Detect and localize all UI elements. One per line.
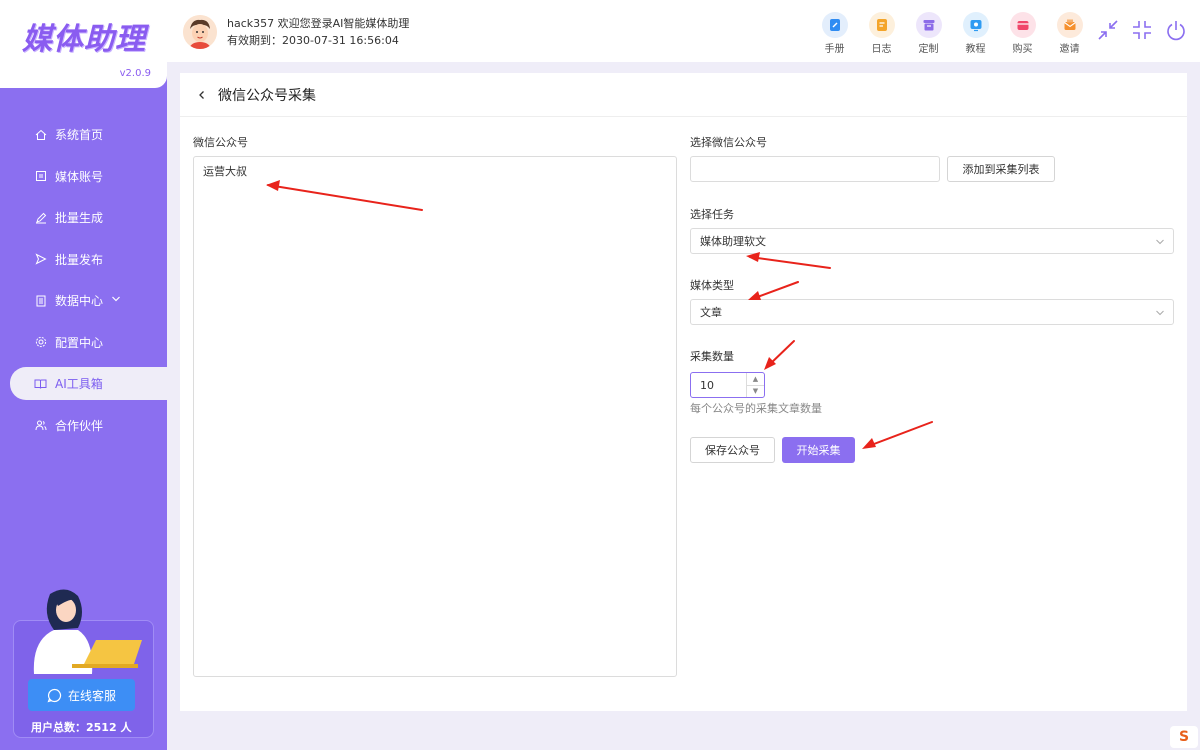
top-header: hack357 欢迎您登录AI智能媒体助理 有效期到：2030-07-31 16… xyxy=(167,0,1200,62)
tool-label: 手册 xyxy=(824,44,845,55)
sidebar-item-data-center[interactable]: 数据中心 xyxy=(0,284,167,317)
media-type-label: 媒体类型 xyxy=(690,279,734,292)
sidebar-item-label: 批量发布 xyxy=(55,252,104,267)
chevron-down-icon xyxy=(111,294,121,307)
sidebar-item-label: AI工具箱 xyxy=(55,377,103,391)
tool-label: 定制 xyxy=(918,44,939,55)
settings-icon xyxy=(34,336,47,349)
main-panel: 微信公众号采集 微信公众号 运营大叔 选择微信公众号 添加到采集列表 选择任务 … xyxy=(180,73,1187,711)
log-icon xyxy=(868,12,895,38)
tool-invite[interactable]: 邀请 xyxy=(1046,12,1093,55)
sidebar-item-home[interactable]: 系统首页 xyxy=(0,118,167,151)
user-count: 用户总数：2512 人 xyxy=(31,721,132,734)
sidebar-item-label: 媒体账号 xyxy=(55,169,104,184)
media-type-select-value: 文章 xyxy=(700,306,722,319)
count-value: 10 xyxy=(700,378,714,392)
account-icon xyxy=(34,170,47,183)
accounts-label: 微信公众号 xyxy=(193,136,248,149)
decrement-icon[interactable]: ▼ xyxy=(747,386,764,398)
minimize-icon[interactable] xyxy=(1096,18,1120,42)
tool-label: 教程 xyxy=(965,44,986,55)
edit-icon xyxy=(34,211,47,224)
app-version: v2.0.9 xyxy=(119,68,151,79)
sidebar-item-label: 数据中心 xyxy=(55,294,104,308)
tool-tutorial[interactable]: 教程 xyxy=(952,12,999,55)
count-input[interactable]: 10 ▲ ▼ xyxy=(690,372,765,398)
task-label: 选择任务 xyxy=(690,208,734,221)
corner-app-icon[interactable]: S xyxy=(1170,726,1198,748)
tool-purchase[interactable]: 购买 xyxy=(999,12,1046,55)
tool-label: 购买 xyxy=(1012,44,1033,55)
tool-manual[interactable]: 手册 xyxy=(811,12,858,55)
media-type-select[interactable]: 文章 xyxy=(690,299,1174,325)
back-arrow-icon[interactable] xyxy=(194,87,210,103)
tool-label: 日志 xyxy=(871,44,892,55)
sidebar-item-ai-toolbox[interactable]: AI工具箱 xyxy=(10,367,167,400)
power-icon[interactable] xyxy=(1164,18,1188,42)
tool-log[interactable]: 日志 xyxy=(858,12,905,55)
count-hint: 每个公众号的采集文章数量 xyxy=(690,402,822,415)
start-collect-button[interactable]: 开始采集 xyxy=(782,437,855,463)
toolbox-icon xyxy=(34,377,47,390)
count-stepper: ▲ ▼ xyxy=(746,373,764,397)
welcome-text: hack357 欢迎您登录AI智能媒体助理 有效期到：2030-07-31 16… xyxy=(227,15,409,49)
tool-customize[interactable]: 定制 xyxy=(905,12,952,55)
increment-icon[interactable]: ▲ xyxy=(747,373,764,386)
task-select-value: 媒体助理软文 xyxy=(700,235,766,248)
invite-icon xyxy=(1056,12,1083,38)
window-controls xyxy=(1096,18,1188,42)
header-toolbar: 手册 日志 定制 教程 购买 邀请 xyxy=(811,12,1093,55)
send-icon xyxy=(34,253,47,266)
chat-icon xyxy=(47,688,62,702)
sidebar-item-label: 合作伙伴 xyxy=(55,418,104,433)
task-select[interactable]: 媒体助理软文 xyxy=(690,228,1174,254)
expiry-line: 有效期到：2030-07-31 16:56:04 xyxy=(227,34,399,47)
panel-header: 微信公众号采集 xyxy=(180,73,1187,117)
select-account-label: 选择微信公众号 xyxy=(690,136,767,149)
sidebar-item-media-account[interactable]: 媒体账号 xyxy=(0,160,167,193)
accounts-textarea[interactable]: 运营大叔 xyxy=(193,156,677,677)
support-illustration xyxy=(33,589,142,674)
partner-icon xyxy=(34,419,47,432)
sidebar-nav: 系统首页 媒体账号 批量生成 批量发布 数据中心 配置中心 AI工具箱 合作伙伴 xyxy=(0,118,167,450)
sidebar-item-batch-generate[interactable]: 批量生成 xyxy=(0,201,167,234)
chevron-down-icon xyxy=(1155,308,1165,321)
tutorial-icon xyxy=(962,12,989,38)
account-input[interactable] xyxy=(690,156,940,182)
manual-icon xyxy=(821,12,848,38)
sidebar-item-label: 批量生成 xyxy=(55,211,104,225)
purchase-icon xyxy=(1009,12,1036,38)
sidebar-item-batch-publish[interactable]: 批量发布 xyxy=(0,243,167,276)
chevron-down-icon xyxy=(1155,237,1165,250)
restore-icon[interactable] xyxy=(1130,18,1154,42)
welcome-line: hack357 欢迎您登录AI智能媒体助理 xyxy=(227,17,410,30)
count-label: 采集数量 xyxy=(690,350,734,363)
sidebar: 媒体助理 v2.0.9 系统首页 媒体账号 批量生成 批量发布 数据中心 配置中… xyxy=(0,0,167,750)
sidebar-item-partners[interactable]: 合作伙伴 xyxy=(0,409,167,442)
sidebar-item-settings[interactable]: 配置中心 xyxy=(0,326,167,359)
customize-icon xyxy=(915,12,942,38)
add-to-list-button[interactable]: 添加到采集列表 xyxy=(947,156,1055,182)
home-icon xyxy=(34,128,47,141)
avatar[interactable] xyxy=(183,15,217,49)
online-support-button[interactable]: 在线客服 xyxy=(28,679,135,711)
data-icon xyxy=(34,294,47,307)
save-accounts-button[interactable]: 保存公众号 xyxy=(690,437,775,463)
sidebar-item-label: 配置中心 xyxy=(55,335,104,350)
app-logo: 媒体助理 xyxy=(22,22,146,57)
page-title: 微信公众号采集 xyxy=(218,87,316,104)
logo-area: 媒体助理 v2.0.9 xyxy=(0,0,167,88)
sidebar-item-label: 系统首页 xyxy=(55,128,104,142)
tool-label: 邀请 xyxy=(1059,44,1080,55)
online-support-label: 在线客服 xyxy=(67,688,116,703)
